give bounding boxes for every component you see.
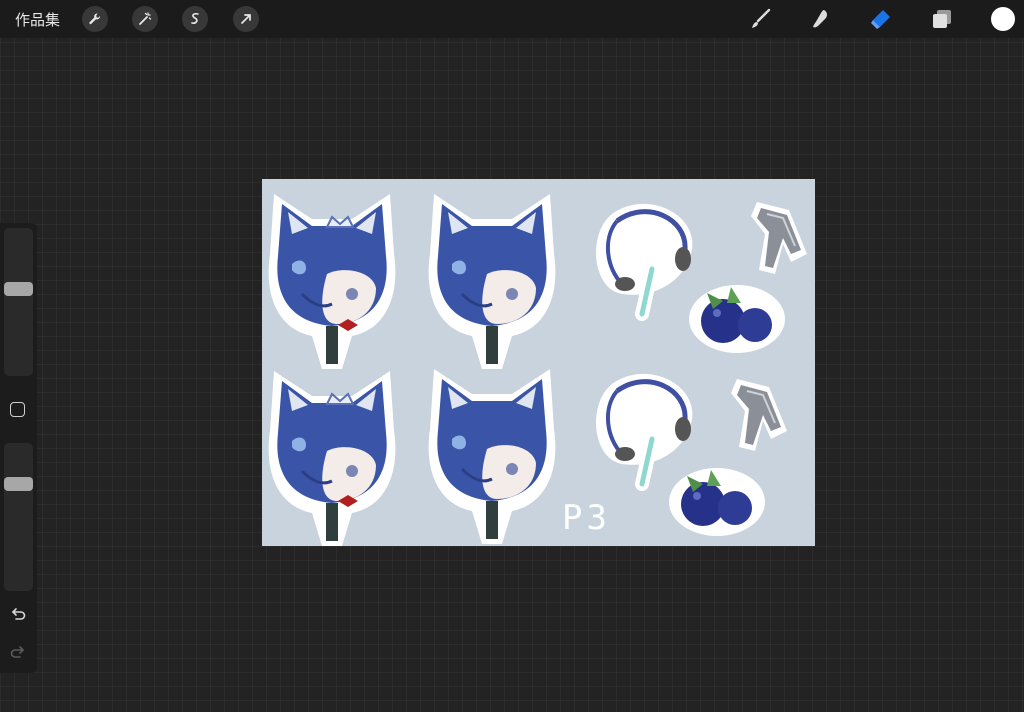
top-toolbar: 作品集 [0, 0, 1024, 38]
chibi-sticker-plain-top [427, 192, 557, 371]
transform-arrow-icon[interactable] [233, 6, 259, 32]
redo-icon[interactable] [9, 643, 27, 661]
gun-sticker-top [750, 201, 808, 275]
brush-icon[interactable] [748, 6, 774, 32]
sidebar [0, 223, 37, 673]
selection-icon[interactable] [182, 6, 208, 32]
actions-wrench-icon[interactable] [82, 6, 108, 32]
adjustments-magic-wand-icon[interactable] [132, 6, 158, 32]
headphones-sticker-top [596, 204, 692, 314]
headphones-sticker-bottom [596, 374, 692, 484]
modify-button[interactable] [10, 402, 25, 417]
smudge-icon[interactable] [808, 6, 834, 32]
undo-icon[interactable] [9, 605, 27, 623]
layers-icon[interactable] [929, 6, 955, 32]
chibi-sticker-plain-bottom [427, 367, 557, 546]
sticker-artwork [267, 192, 808, 546]
drawing-canvas[interactable]: P3 [262, 179, 815, 546]
brush-size-thumb[interactable] [4, 282, 33, 296]
eraser-icon[interactable] [868, 6, 894, 32]
brush-size-slider[interactable] [4, 228, 33, 376]
gallery-button[interactable]: 作品集 [15, 9, 60, 30]
gun-sticker-bottom [730, 378, 788, 452]
opacity-thumb[interactable] [4, 477, 33, 491]
blueberry-sticker-top [689, 285, 785, 353]
color-picker-swatch[interactable] [991, 7, 1015, 31]
opacity-slider[interactable] [4, 443, 33, 591]
blueberry-sticker-bottom [669, 468, 765, 536]
canvas-label-text: P3 [562, 498, 611, 538]
